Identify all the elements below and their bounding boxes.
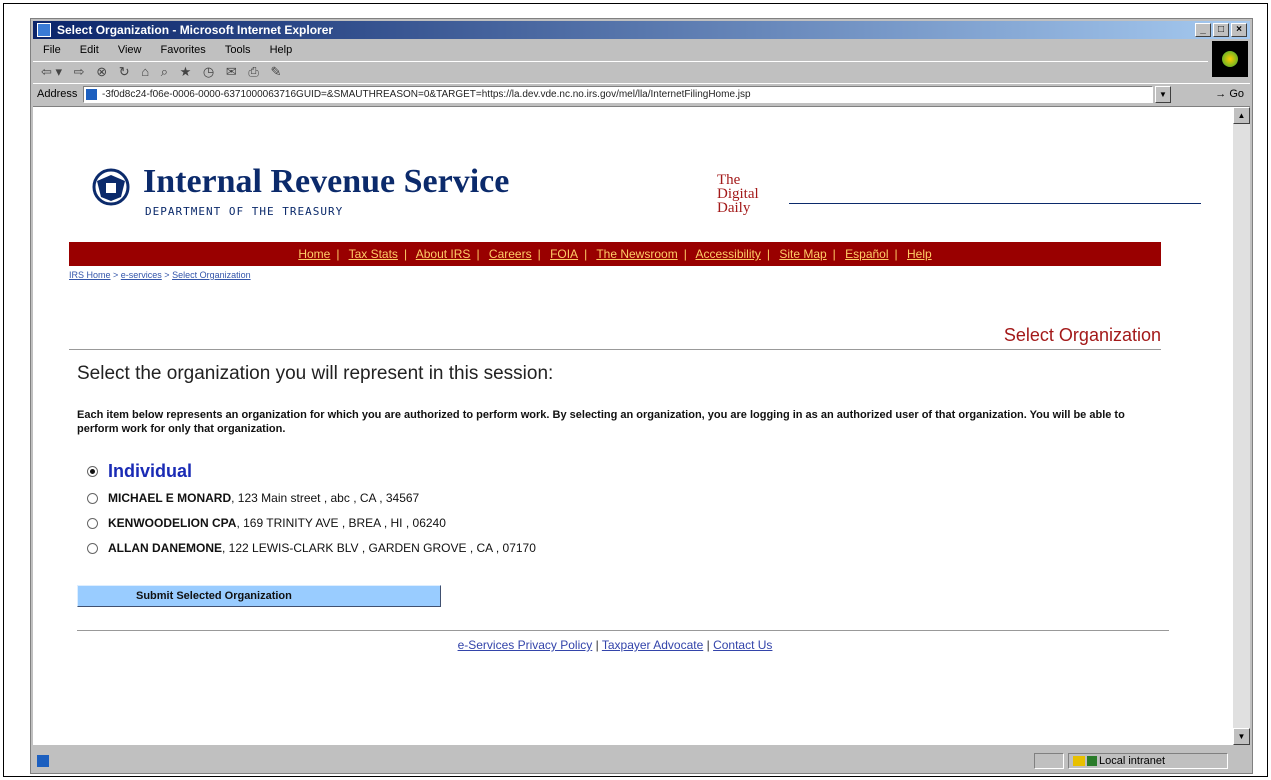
digital-daily-line1: The [717, 172, 741, 188]
page-icon [86, 89, 97, 100]
address-label: Address [37, 88, 78, 100]
breadcrumb-e-services[interactable]: e-services [121, 270, 162, 280]
nav-bar: Home | Tax Stats | About IRS | Careers | FOI… [69, 242, 1161, 266]
org-option[interactable]: Individual [87, 461, 192, 482]
org-radio[interactable] [87, 517, 98, 529]
security-zone: Local intranet [1068, 753, 1228, 769]
scroll-down-icon[interactable]: ▼ [1233, 728, 1250, 745]
irs-title: Internal Revenue Service [143, 163, 510, 200]
org-radio[interactable] [87, 492, 98, 504]
org-name: MICHAEL E MONARD [108, 491, 232, 505]
org-name: KENWOODELION CPA [108, 516, 237, 530]
footer-divider [77, 630, 1169, 631]
footer-separator: | [706, 638, 710, 652]
org-option[interactable]: KENWOODELION CPA , 169 TRINITY AVE , BRE… [87, 516, 446, 530]
address-input[interactable]: -3f0d8c24-f06e-0006-0000-6371000063716GU… [83, 86, 1153, 103]
menu-view[interactable]: View [118, 44, 142, 56]
title-bar: Select Organization - Microsoft Internet… [33, 21, 1250, 39]
privacy-policy-link[interactable]: e-Services Privacy Policy [458, 638, 593, 652]
search-icon[interactable]: ⌕ [161, 64, 168, 79]
status-segment [1034, 753, 1064, 769]
menu-favorites[interactable]: Favorites [161, 44, 206, 56]
nav-about-irs[interactable]: About IRS [416, 247, 471, 261]
digital-daily-line3: Daily [717, 200, 751, 216]
window-title: Select Organization - Microsoft Internet… [57, 23, 334, 37]
ie-icon [37, 23, 51, 37]
org-name: Individual [108, 461, 193, 481]
favorites-icon[interactable]: ★ [180, 64, 192, 79]
menu-help[interactable]: Help [270, 44, 293, 56]
header-divider [789, 203, 1201, 204]
heading-divider [69, 349, 1161, 350]
org-address: , 123 Main street , abc , CA , 34567 [231, 491, 420, 505]
org-name: ALLAN DANEMONE [108, 541, 222, 555]
close-button[interactable]: × [1231, 23, 1247, 37]
toolbar: ⇦ ▾ ⇨ ⊗ ↻ ⌂ ⌕ ★ ◷ ✉ ⎙ ✎ [33, 61, 1208, 82]
minimize-button[interactable]: _ [1195, 23, 1211, 37]
nav-home[interactable]: Home [298, 247, 330, 261]
org-radio[interactable] [87, 542, 98, 554]
nav-accessibility[interactable]: Accessibility [695, 247, 760, 261]
page-content: Internal Revenue Service DEPARTMENT OF T… [33, 107, 1233, 745]
intranet-icon [1087, 756, 1097, 766]
digital-daily-line2: Digital [717, 186, 759, 202]
page-status-icon [37, 755, 49, 767]
edit-icon[interactable]: ✎ [270, 64, 281, 79]
irs-subtitle: DEPARTMENT OF THE TREASURY [145, 205, 344, 218]
nav-careers[interactable]: Careers [489, 247, 532, 261]
print-icon[interactable]: ⎙ [248, 64, 258, 79]
vertical-scrollbar[interactable]: ▲ ▼ [1233, 107, 1250, 745]
footer-separator: | [595, 638, 599, 652]
breadcrumb-select-organization[interactable]: Select Organization [172, 270, 251, 280]
nav-help[interactable]: Help [907, 247, 932, 261]
menu-tools[interactable]: Tools [225, 44, 251, 56]
nav-newsroom[interactable]: The Newsroom [596, 247, 677, 261]
status-bar: Local intranet [33, 751, 1250, 771]
org-option[interactable]: MICHAEL E MONARD , 123 Main street , abc… [87, 491, 419, 505]
breadcrumb: IRS Home > e-services > Select Organizat… [69, 270, 251, 280]
nav-tax-stats[interactable]: Tax Stats [349, 247, 398, 261]
mail-icon[interactable]: ✉ [226, 64, 237, 79]
nav-espanol[interactable]: Español [845, 247, 888, 261]
menu-file[interactable]: File [43, 44, 61, 56]
address-url: -3f0d8c24-f06e-0006-0000-6371000063716GU… [102, 89, 751, 100]
history-icon[interactable]: ◷ [203, 64, 214, 79]
go-label: Go [1229, 88, 1244, 100]
page-title: Select Organization [1003, 325, 1161, 345]
go-button[interactable]: → Go [1215, 88, 1244, 100]
address-bar: Address -3f0d8c24-f06e-0006-0000-6371000… [33, 83, 1250, 107]
refresh-icon[interactable]: ↻ [119, 64, 130, 79]
address-dropdown-icon[interactable]: ▼ [1155, 86, 1171, 103]
irs-eagle-logo-icon [89, 167, 133, 207]
org-address: , 122 LEWIS-CLARK BLV , GARDEN GROVE , C… [222, 541, 536, 555]
home-icon[interactable]: ⌂ [141, 64, 149, 79]
windows-logo-icon [1212, 41, 1248, 77]
menu-bar: File Edit View Favorites Tools Help [33, 41, 1250, 59]
scroll-up-icon[interactable]: ▲ [1233, 107, 1250, 124]
menu-edit[interactable]: Edit [80, 44, 99, 56]
footer: e-Services Privacy Policy | Taxpayer Adv… [33, 638, 1197, 652]
nav-foia[interactable]: FOIA [550, 247, 578, 261]
org-address: , 169 TRINITY AVE , BREA , HI , 06240 [236, 516, 446, 530]
org-option[interactable]: ALLAN DANEMONE , 122 LEWIS-CLARK BLV , G… [87, 541, 536, 555]
digital-daily-logo[interactable]: The Digital Daily [717, 172, 759, 216]
zone-label: Local intranet [1099, 755, 1166, 767]
taxpayer-advocate-link[interactable]: Taxpayer Advocate [602, 638, 703, 652]
browser-window: Select Organization - Microsoft Internet… [30, 18, 1253, 774]
description: Each item below represents an organizati… [77, 409, 1125, 435]
nav-site-map[interactable]: Site Map [779, 247, 826, 261]
contact-us-link[interactable]: Contact Us [713, 638, 772, 652]
maximize-button[interactable]: □ [1213, 23, 1229, 37]
irs-header: Internal Revenue Service DEPARTMENT OF T… [89, 163, 1201, 227]
session-prompt: Select the organization you will represe… [77, 363, 554, 384]
lock-icon [1073, 756, 1085, 766]
forward-icon[interactable]: ⇨ [74, 64, 85, 79]
back-icon[interactable]: ⇦ ▾ [41, 64, 62, 79]
stop-icon[interactable]: ⊗ [96, 64, 107, 79]
breadcrumb-irs-home[interactable]: IRS Home [69, 270, 111, 280]
submit-organization-button[interactable]: Submit Selected Organization [77, 585, 441, 607]
org-radio[interactable] [87, 466, 98, 477]
